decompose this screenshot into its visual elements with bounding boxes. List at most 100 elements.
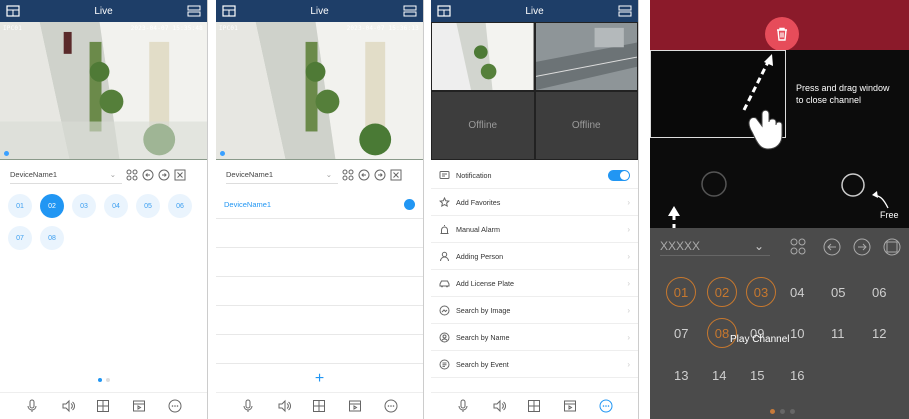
page-title: Live: [310, 5, 329, 17]
close-all-icon[interactable]: [174, 169, 186, 181]
channel-number[interactable]: 06: [872, 285, 886, 300]
menu-search-by-event[interactable]: Search by Event ›: [431, 351, 638, 378]
device-select[interactable]: DeviceName1 ⌄: [226, 167, 338, 184]
channel-number[interactable]: 04: [790, 285, 804, 300]
next-icon[interactable]: [853, 238, 871, 256]
split-screen-icon[interactable]: [527, 399, 541, 413]
car-icon: [439, 280, 450, 287]
scene-icon[interactable]: [342, 169, 354, 181]
channel-number[interactable]: 13: [674, 368, 688, 383]
channel-button[interactable]: 03: [72, 194, 96, 218]
playback-icon[interactable]: [132, 399, 146, 413]
video-window[interactable]: IPC01 2023-04-07 15:35:48: [0, 22, 207, 160]
channel-button-active[interactable]: 03: [746, 277, 776, 307]
channel-button[interactable]: 08: [40, 226, 64, 250]
video-cell-3[interactable]: Offline: [431, 91, 535, 160]
video-cell-2[interactable]: [534, 22, 638, 91]
menu-add-favorites[interactable]: Add Favorites ›: [431, 189, 638, 216]
channel-button[interactable]: 04: [104, 194, 128, 218]
more-icon[interactable]: [384, 399, 398, 413]
scene-icon[interactable]: [126, 169, 138, 181]
chevron-down-icon: ⌄: [109, 170, 116, 179]
microphone-icon[interactable]: [25, 399, 39, 413]
microphone-icon[interactable]: [241, 399, 255, 413]
menu-label: Search by Event: [456, 359, 509, 369]
channel-button-active[interactable]: 01: [666, 277, 696, 307]
channel-number[interactable]: 11: [831, 326, 845, 341]
speaker-icon[interactable]: [277, 399, 291, 413]
play-icon[interactable]: [404, 198, 415, 210]
channel-number[interactable]: 05: [831, 285, 845, 300]
playback-icon[interactable]: [348, 399, 362, 413]
page-dot: [790, 409, 795, 414]
split-screen-icon[interactable]: [96, 399, 110, 413]
more-icon-active[interactable]: [599, 399, 613, 413]
menu-add-license-plate[interactable]: Add License Plate ›: [431, 270, 638, 297]
chevron-down-icon: ⌄: [325, 170, 332, 179]
channel-number[interactable]: 16: [790, 368, 804, 383]
menu-label: Add License Plate: [456, 278, 514, 288]
channel-number[interactable]: 07: [674, 326, 688, 341]
next-icon[interactable]: [158, 169, 170, 181]
video-cell-1[interactable]: [431, 22, 535, 91]
channel-number[interactable]: 14: [712, 368, 726, 383]
list-icon[interactable]: [618, 4, 632, 18]
notification-toggle[interactable]: [608, 169, 630, 181]
list-row-empty: [216, 219, 423, 248]
bottom-toolbar: [431, 392, 638, 419]
channel-button[interactable]: 05: [136, 194, 160, 218]
layout-icon[interactable]: [222, 4, 236, 18]
menu-search-by-image[interactable]: Search by Image ›: [431, 297, 638, 324]
list-item-label: DeviceName1: [224, 199, 272, 209]
device-select[interactable]: XXXXX ⌄: [660, 236, 770, 256]
list-item[interactable]: DeviceName1: [216, 190, 423, 219]
layout-icon[interactable]: [6, 4, 20, 18]
channel-number[interactable]: 15: [750, 368, 764, 383]
playback-icon[interactable]: [563, 399, 577, 413]
top-bar: Live: [216, 0, 423, 22]
channel-button[interactable]: 01: [8, 194, 32, 218]
scene-icon[interactable]: [790, 238, 806, 255]
device-select[interactable]: DeviceName1 ⌄: [10, 167, 122, 184]
prev-icon[interactable]: [142, 169, 154, 181]
speaker-icon[interactable]: [492, 399, 506, 413]
menu-label: Search by Name: [456, 332, 510, 342]
prev-icon[interactable]: [358, 169, 370, 181]
close-all-icon[interactable]: [883, 238, 901, 256]
layout-icon[interactable]: [437, 4, 451, 18]
message-icon: [439, 170, 450, 179]
close-all-icon[interactable]: [390, 169, 402, 181]
video-window[interactable]: IPC01 2023-04-07 15:36:13: [216, 22, 423, 160]
device-name: DeviceName1: [10, 170, 58, 179]
image-search-icon: [439, 305, 450, 315]
channel-button[interactable]: 07: [8, 226, 32, 250]
channel-button[interactable]: 06: [168, 194, 192, 218]
add-button[interactable]: +: [216, 370, 423, 388]
gesture-guide-overlay: Press and drag window to close channel F…: [650, 0, 909, 419]
split-screen-icon[interactable]: [312, 399, 326, 413]
more-icon[interactable]: [168, 399, 182, 413]
page-dot: [780, 409, 785, 414]
menu-adding-person[interactable]: Adding Person ›: [431, 243, 638, 270]
channel-button-selected[interactable]: 02: [40, 194, 64, 218]
menu-search-by-name[interactable]: Search by Name ›: [431, 324, 638, 351]
recording-dot: [220, 151, 225, 156]
microphone-icon[interactable]: [456, 399, 470, 413]
menu-notification[interactable]: Notification: [431, 162, 638, 189]
list-icon[interactable]: [187, 4, 201, 18]
next-icon[interactable]: [374, 169, 386, 181]
timestamp: 2023-04-07 15:36:13: [346, 25, 419, 32]
drag-tip: Press and drag window to close channel: [796, 83, 890, 105]
video-cell-4[interactable]: Offline: [534, 91, 638, 160]
channel-button-active[interactable]: 02: [707, 277, 737, 307]
device-row: DeviceName1 ⌄: [0, 164, 207, 186]
list-icon[interactable]: [403, 4, 417, 18]
speaker-icon[interactable]: [61, 399, 75, 413]
offline-label: Offline: [468, 120, 498, 131]
channel-number[interactable]: 10: [790, 326, 804, 341]
chevron-right-icon: ›: [627, 359, 630, 369]
prev-icon[interactable]: [823, 238, 841, 256]
channel-number[interactable]: 12: [872, 326, 886, 341]
free-label: Free: [880, 210, 899, 220]
menu-manual-alarm[interactable]: Manual Alarm ›: [431, 216, 638, 243]
